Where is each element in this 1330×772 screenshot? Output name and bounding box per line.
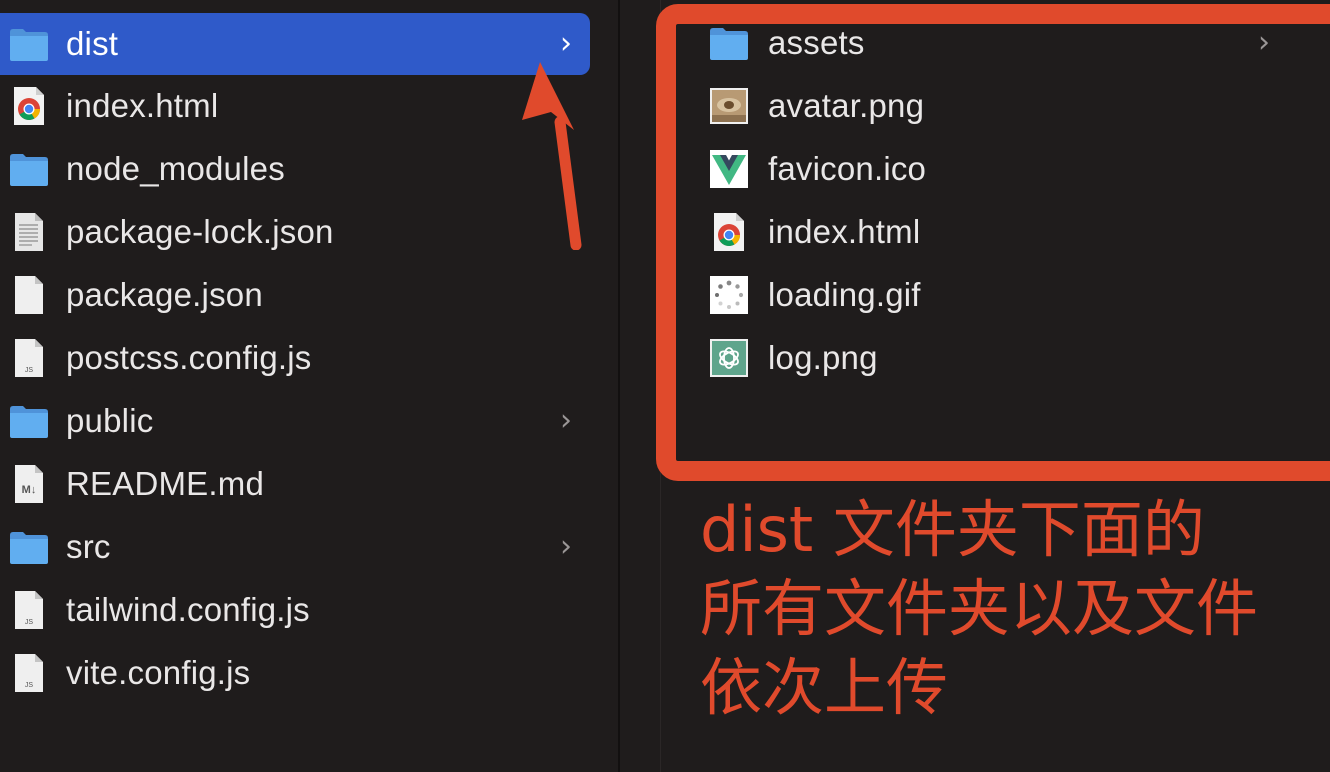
list-item[interactable]: favicon.ico	[700, 139, 1290, 199]
chrome-html-icon	[8, 85, 50, 127]
file-name: public	[66, 402, 154, 439]
loading-spinner-icon	[708, 274, 750, 316]
list-item[interactable]: node_modules	[0, 139, 590, 199]
file-name: src	[66, 528, 111, 565]
file-name: avatar.png	[768, 87, 925, 124]
folder-icon	[8, 526, 50, 568]
folder-icon	[708, 22, 750, 64]
vue-logo-icon	[708, 148, 750, 190]
list-item[interactable]: index.html	[700, 202, 1290, 262]
chevron-right-icon: ›	[560, 529, 572, 564]
text-file-icon	[8, 211, 50, 253]
svg-text:M↓: M↓	[22, 484, 37, 496]
file-name: favicon.ico	[768, 150, 927, 187]
chevron-right-icon: ›	[560, 403, 572, 438]
image-thumbnail-icon	[708, 85, 750, 127]
svg-text:JS: JS	[25, 619, 34, 626]
list-item[interactable]: index.html	[0, 76, 590, 136]
file-name: tailwind.config.js	[66, 591, 310, 628]
chevron-right-icon: ›	[1258, 25, 1270, 60]
list-item[interactable]: package-lock.json	[0, 202, 590, 262]
file-name: package-lock.json	[66, 213, 334, 250]
list-item[interactable]: public ›	[0, 391, 590, 451]
list-item[interactable]: M↓ README.md	[0, 454, 590, 514]
list-item[interactable]: package.json	[0, 265, 590, 325]
svg-text:JS: JS	[25, 682, 34, 689]
folder-icon	[8, 148, 50, 190]
annotation-line: dist 文件夹下面的	[700, 493, 1205, 566]
svg-text:JS: JS	[25, 367, 34, 374]
file-name: postcss.config.js	[66, 339, 312, 376]
list-item[interactable]: assets ›	[700, 13, 1290, 73]
list-item[interactable]: JS tailwind.config.js	[0, 580, 590, 640]
list-item[interactable]: loading.gif	[700, 265, 1290, 325]
chrome-html-icon	[708, 211, 750, 253]
file-name: index.html	[768, 213, 921, 250]
file-name: loading.gif	[768, 276, 921, 313]
list-item[interactable]: JS postcss.config.js	[0, 328, 590, 388]
folder-icon	[8, 23, 50, 65]
folder-icon	[8, 400, 50, 442]
list-item[interactable]: avatar.png	[700, 76, 1290, 136]
file-name: node_modules	[66, 150, 285, 187]
chevron-right-icon: ›	[560, 26, 572, 61]
file-name: README.md	[66, 465, 264, 502]
file-name: vite.config.js	[66, 654, 251, 691]
list-item[interactable]: dist ›	[0, 13, 590, 75]
file-name: log.png	[768, 339, 878, 376]
markdown-file-icon: M↓	[8, 463, 50, 505]
annotation-arrow-icon	[522, 62, 582, 250]
file-name: package.json	[66, 276, 263, 313]
list-item[interactable]: src ›	[0, 517, 590, 577]
annotation-line: 所有文件夹以及文件	[700, 572, 1259, 645]
column-inner-divider	[660, 0, 661, 772]
annotation-text: dist 文件夹下面的 所有文件夹以及文件 依次上传	[700, 490, 1330, 727]
blank-file-icon	[8, 274, 50, 316]
list-item[interactable]: log.png	[700, 328, 1290, 388]
js-file-icon: JS	[8, 652, 50, 694]
chatgpt-logo-icon	[708, 337, 750, 379]
file-name: index.html	[66, 87, 219, 124]
js-file-icon: JS	[8, 589, 50, 631]
annotation-line: 依次上传	[700, 651, 949, 724]
list-item[interactable]: JS vite.config.js	[0, 643, 590, 703]
file-name: dist	[66, 25, 119, 62]
js-file-icon: JS	[8, 337, 50, 379]
file-name: assets	[768, 24, 865, 61]
